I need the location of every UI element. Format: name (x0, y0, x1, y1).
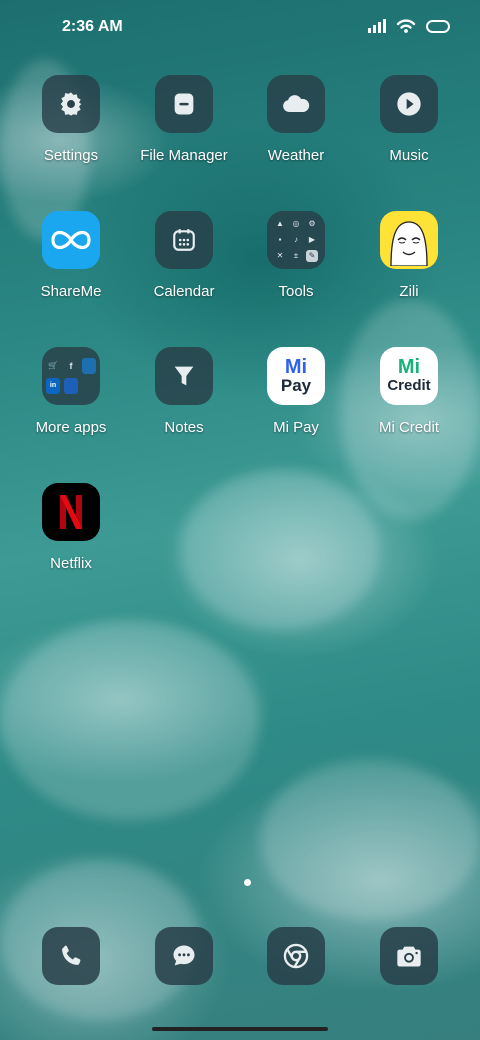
wallpaper-foam (180, 470, 380, 630)
battery-icon (426, 19, 450, 33)
app-label: Mi Credit (378, 419, 439, 436)
app-shareme[interactable]: ShareMe (15, 211, 127, 300)
app-music[interactable]: Music (353, 75, 465, 164)
app-mi-pay[interactable]: Mi Pay Mi Pay (240, 347, 352, 436)
wallpaper-foam (0, 620, 260, 820)
dock-camera[interactable] (353, 927, 465, 985)
app-label: Netflix (50, 555, 92, 572)
app-label: Weather (267, 147, 325, 164)
dock-phone[interactable] (15, 927, 127, 985)
app-label: Calendar (153, 283, 215, 300)
app-label: Mi Pay (273, 419, 319, 436)
app-settings[interactable]: Settings (15, 75, 127, 164)
app-calendar[interactable]: Calendar (128, 211, 240, 300)
status-time: 2:36 AM (62, 18, 123, 35)
wifi-icon (396, 19, 416, 33)
app-label: File Manager (140, 147, 228, 164)
cloud-icon (267, 75, 325, 133)
wallpaper-foam (260, 760, 480, 920)
folder-icon (155, 75, 213, 133)
calendar-icon (155, 211, 213, 269)
app-label: ShareMe (40, 283, 102, 300)
app-label: Notes (164, 419, 204, 436)
phone-icon (42, 927, 100, 985)
dock-messages[interactable] (128, 927, 240, 985)
status-bar: 2:36 AM (0, 0, 480, 56)
apps-folder-icon: 🛒 f in (42, 347, 100, 405)
app-netflix[interactable]: Netflix (15, 483, 127, 572)
netflix-logo-icon (42, 483, 100, 541)
camera-icon (380, 927, 438, 985)
page-indicator (244, 879, 251, 886)
app-label: Music (389, 147, 429, 164)
infinity-icon (42, 211, 100, 269)
app-mi-credit[interactable]: Mi Credit Mi Credit (353, 347, 465, 436)
home-gesture-bar[interactable] (152, 1027, 328, 1031)
app-weather[interactable]: Weather (240, 75, 352, 164)
signal-icon (368, 19, 386, 33)
tools-folder-icon: ▲ ◎ ⚙ ▪ ♪ ▶ ✕ ± ✎ (267, 211, 325, 269)
mi-credit-logo-icon: Mi Credit (380, 347, 438, 405)
app-file-manager[interactable]: File Manager (128, 75, 240, 164)
zili-face-icon (380, 211, 438, 269)
app-zili[interactable]: Zili (353, 211, 465, 300)
app-label: Settings (43, 147, 99, 164)
notes-icon (155, 347, 213, 405)
app-notes[interactable]: Notes (128, 347, 240, 436)
message-icon (155, 927, 213, 985)
app-label: Zili (399, 283, 419, 300)
play-icon (380, 75, 438, 133)
dock-chrome[interactable] (240, 927, 352, 985)
mi-pay-logo-icon: Mi Pay (267, 347, 325, 405)
status-icons (368, 18, 450, 34)
chrome-icon (267, 927, 325, 985)
gear-icon (42, 75, 100, 133)
app-more-apps-folder[interactable]: 🛒 f in More apps (15, 347, 127, 436)
app-tools-folder[interactable]: ▲ ◎ ⚙ ▪ ♪ ▶ ✕ ± ✎ Tools (240, 211, 352, 300)
app-label: Tools (278, 283, 314, 300)
app-label: More apps (35, 419, 107, 436)
